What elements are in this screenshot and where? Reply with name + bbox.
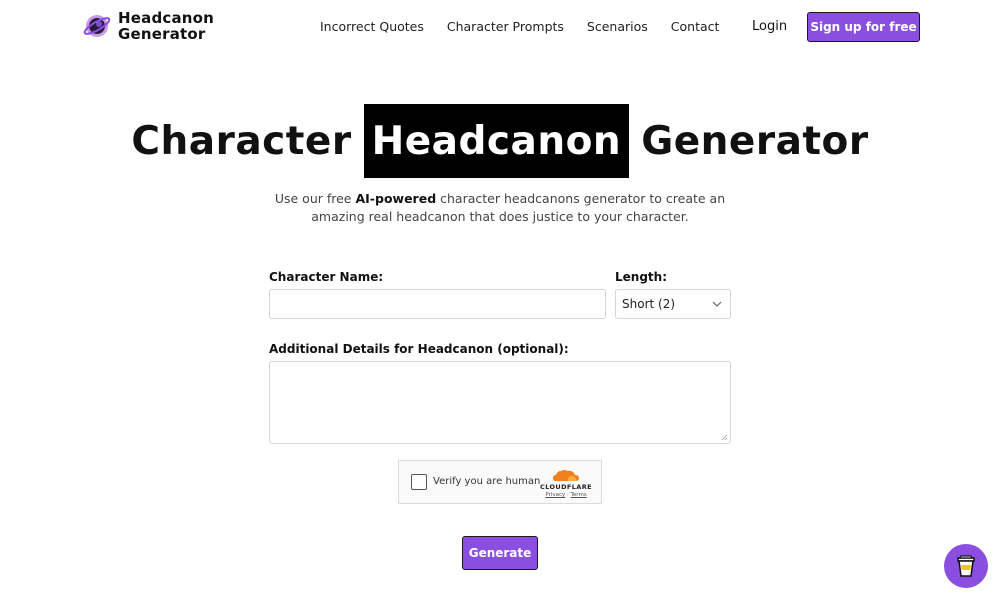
floating-coffee-button[interactable] xyxy=(944,544,988,588)
logo[interactable]: Headcanon Generator xyxy=(82,10,214,42)
length-select-value: Short (2) xyxy=(622,297,676,311)
logo-line-2: Generator xyxy=(118,25,206,43)
page-subtitle: Use our free AI-powered character headca… xyxy=(250,190,750,226)
logo-line-1: Headcanon xyxy=(118,9,215,27)
resize-grip-icon[interactable] xyxy=(721,434,728,441)
captcha-text: Verify you are human xyxy=(433,476,541,487)
signup-button[interactable]: Sign up for free xyxy=(807,12,920,42)
nav-character-prompts[interactable]: Character Prompts xyxy=(447,19,564,34)
subtitle-pre: Use our free xyxy=(274,191,356,206)
captcha-widget: Verify you are human CLOUDFLARE Privacy … xyxy=(398,460,602,504)
title-highlight: Headcanon xyxy=(363,104,630,178)
main-nav: Incorrect Quotes Character Prompts Scena… xyxy=(320,19,719,34)
length-select[interactable]: Short (2) xyxy=(615,289,731,319)
title-post: Generator xyxy=(641,118,869,164)
cloudflare-name: CLOUDFLARE xyxy=(540,483,592,491)
title-pre: Character xyxy=(131,118,352,164)
cloudflare-cloud-icon xyxy=(553,470,579,481)
cloudflare-links: Privacy · Terms xyxy=(545,492,587,498)
details-textarea[interactable] xyxy=(269,361,731,444)
character-name-input[interactable] xyxy=(269,289,606,319)
privacy-link[interactable]: Privacy xyxy=(545,492,565,498)
generate-button[interactable]: Generate xyxy=(462,536,538,570)
nav-incorrect-quotes[interactable]: Incorrect Quotes xyxy=(320,19,424,34)
chevron-down-icon xyxy=(712,301,722,307)
character-name-label: Character Name: xyxy=(269,270,384,284)
nav-contact[interactable]: Contact xyxy=(671,19,720,34)
page-title: Character Headcanon Generator xyxy=(0,104,1000,178)
length-label: Length: xyxy=(615,270,667,284)
coffee-cup-icon xyxy=(957,555,975,577)
planet-eye-icon xyxy=(83,15,111,37)
cloudflare-branding: CLOUDFLARE Privacy · Terms xyxy=(540,468,592,498)
nav-scenarios[interactable]: Scenarios xyxy=(587,19,648,34)
captcha-checkbox[interactable] xyxy=(411,474,427,490)
subtitle-bold: AI-powered xyxy=(355,191,437,206)
login-link[interactable]: Login xyxy=(752,19,787,34)
logo-text: Headcanon Generator xyxy=(118,10,214,42)
details-label: Additional Details for Headcanon (option… xyxy=(269,342,569,356)
terms-link[interactable]: Terms xyxy=(570,492,586,498)
